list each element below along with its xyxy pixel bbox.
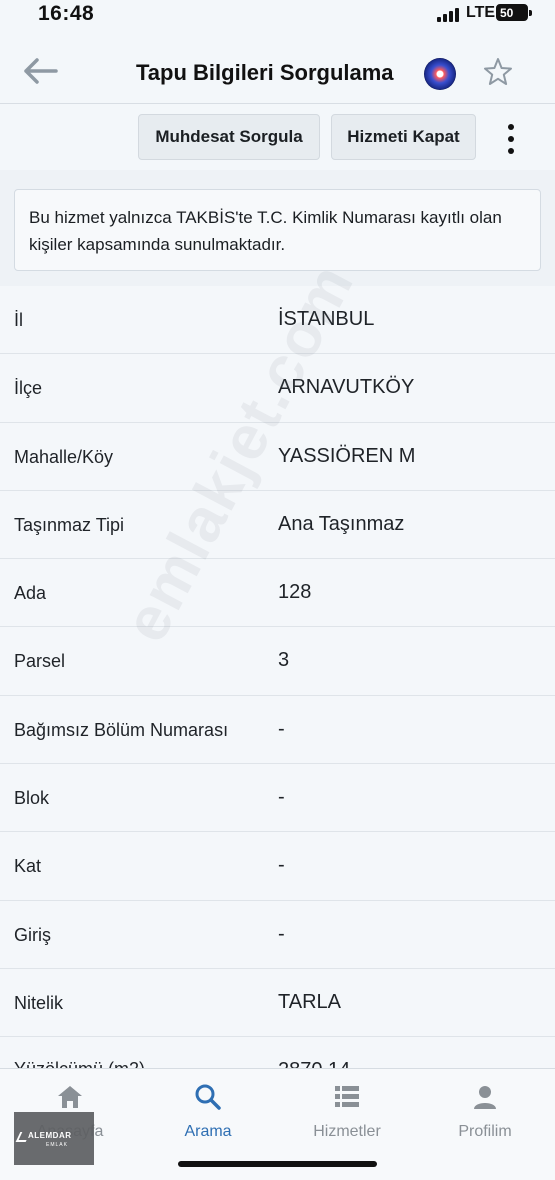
info-row-ada: Ada 128 — [0, 559, 555, 628]
home-indicator[interactable] — [178, 1161, 377, 1167]
star-outline-icon — [484, 58, 512, 85]
row-label: Nitelik — [14, 992, 64, 1013]
nav-label: Hizmetler — [313, 1123, 381, 1140]
row-value: TARLA — [278, 990, 341, 1013]
home-icon — [58, 1086, 82, 1108]
row-value: - — [278, 854, 285, 877]
info-row-tasinmaz-tipi: Taşınmaz Tipi Ana Taşınmaz — [0, 490, 555, 560]
info-notice: Bu hizmet yalnızca TAKBİS'te T.C. Kimlik… — [14, 189, 541, 271]
row-label: Blok — [14, 788, 50, 809]
page-title: Tapu Bilgileri Sorgulama — [136, 60, 394, 85]
row-value: - — [278, 786, 285, 809]
row-label: Parsel — [14, 651, 66, 672]
status-time: 16:48 — [38, 2, 95, 25]
signal-icon — [437, 8, 461, 22]
favorite-button[interactable] — [482, 56, 514, 88]
search-icon — [195, 1084, 221, 1110]
row-value: - — [278, 717, 285, 740]
row-value: 3 — [278, 649, 290, 672]
list-icon — [335, 1086, 359, 1107]
nav-item-hizmetler[interactable]: Hizmetler — [287, 1077, 407, 1141]
edevlet-logo-icon — [424, 58, 456, 90]
info-row-mahalle: Mahalle/Köy YASSIÖREN M — [0, 422, 555, 491]
muhdesat-sorgula-button[interactable]: Muhdesat Sorgula — [138, 114, 320, 160]
info-row-bagimsiz-bolum: Bağımsız Bölüm Numarası - — [0, 695, 555, 765]
row-value: Ana Taşınmaz — [278, 512, 405, 535]
info-row-blok: Blok - — [0, 764, 555, 833]
battery-tip — [529, 10, 532, 16]
row-label: Giriş — [14, 924, 51, 945]
status-bar: 16:48 LTE 50 — [0, 0, 555, 30]
more-options-button[interactable] — [496, 122, 526, 156]
row-label: Kat — [14, 856, 42, 877]
notice-area: Bu hizmet yalnızca TAKBİS'te T.C. Kimlik… — [0, 170, 555, 286]
battery-level: 50 — [500, 6, 514, 20]
info-row-kat: Kat - — [0, 832, 555, 901]
battery-icon: 50 — [496, 4, 528, 21]
row-label: Ada — [14, 583, 47, 604]
app-header: Tapu Bilgileri Sorgulama — [0, 30, 555, 104]
page: 16:48 LTE 50 Tapu Bilgileri Sorgulama Mu… — [0, 0, 555, 1180]
more-vertical-icon — [508, 124, 514, 130]
info-row-il: İl İSTANBUL — [0, 286, 555, 355]
brand-sub: EMLAK — [46, 1142, 68, 1148]
row-label: Bağımsız Bölüm Numarası — [14, 719, 229, 740]
brand-name: ALEMDAR — [28, 1131, 72, 1140]
action-toolbar: Muhdesat Sorgula Hizmeti Kapat — [0, 104, 555, 168]
info-row-nitelik: Nitelik TARLA — [0, 968, 555, 1038]
brand-logo: ALEMDAR EMLAK — [14, 1112, 94, 1165]
row-value: - — [278, 922, 285, 945]
info-row-parsel: Parsel 3 — [0, 627, 555, 696]
row-label: Mahalle/Köy — [14, 446, 114, 467]
property-info-list: İl İSTANBUL İlçe ARNAVUTKÖY Mahalle/Köy … — [0, 286, 555, 1106]
row-value: YASSIÖREN M — [278, 444, 416, 467]
row-value: 128 — [278, 581, 312, 604]
info-row-giris: Giriş - — [0, 900, 555, 969]
user-icon — [474, 1086, 496, 1109]
row-value: ARNAVUTKÖY — [278, 376, 415, 399]
info-row-ilce: İlçe ARNAVUTKÖY — [0, 354, 555, 423]
nav-item-arama[interactable]: Arama — [148, 1077, 268, 1141]
row-label: İl — [14, 310, 23, 330]
nav-label: Profilim — [458, 1123, 512, 1140]
back-button[interactable] — [22, 56, 62, 86]
row-label: İlçe — [14, 378, 43, 399]
arrow-left-icon — [24, 58, 58, 84]
network-label: LTE — [466, 4, 496, 21]
row-label: Taşınmaz Tipi — [14, 514, 125, 535]
row-value: İSTANBUL — [278, 308, 375, 330]
nav-label: Arama — [184, 1123, 232, 1140]
hizmeti-kapat-button[interactable]: Hizmeti Kapat — [331, 114, 476, 160]
nav-item-profilim[interactable]: Profilim — [425, 1077, 545, 1141]
